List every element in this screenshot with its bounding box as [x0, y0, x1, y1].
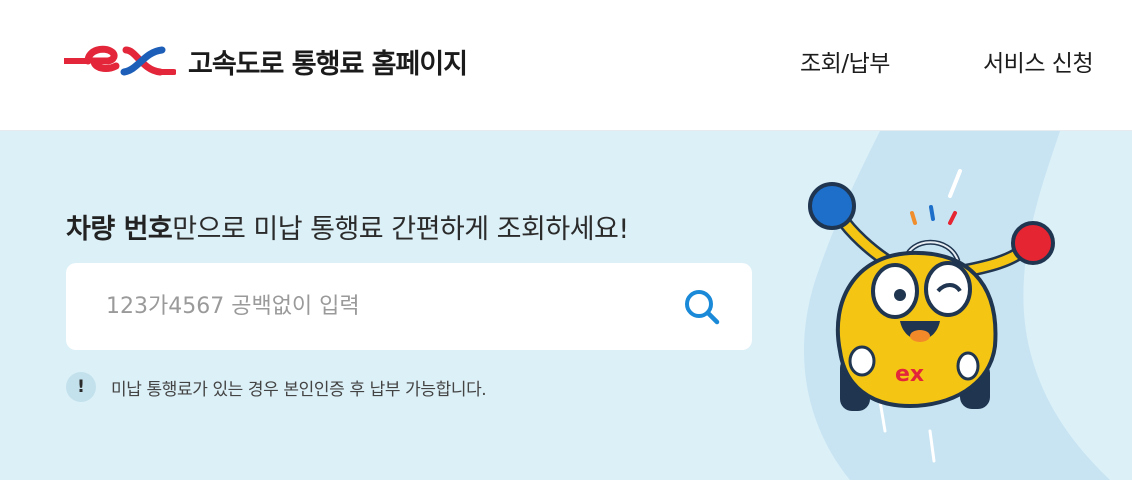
ex-logo-icon — [64, 45, 176, 76]
logo[interactable]: 고속도로 통행료 홈페이지 — [64, 40, 468, 82]
site-title: 고속도로 통행료 홈페이지 — [188, 48, 468, 80]
headline-bold: 차량 번호 — [66, 214, 173, 245]
nav-inquiry-payment[interactable]: 조회/납부 — [800, 44, 890, 78]
notice-text: 미납 통행료가 있는 경우 본인인증 후 납부 가능합니다. — [111, 379, 487, 400]
site-header: 고속도로 통행료 홈페이지 조회/납부 서비스 신청 — [0, 0, 1132, 131]
svg-text:ex: ex — [895, 362, 924, 387]
exclamation-icon: ! — [66, 372, 96, 402]
car-mascot-illustration: ex — [808, 182, 1055, 411]
vehicle-search-box — [66, 263, 752, 350]
search-icon[interactable] — [682, 287, 722, 327]
hero-headline: 차량 번호만으로 미납 통행료 간편하게 조회하세요! — [66, 207, 629, 246]
vehicle-number-input[interactable] — [104, 285, 668, 327]
payment-notice: ! 미납 통행료가 있는 경우 본인인증 후 납부 가능합니다. — [66, 372, 487, 402]
hero-section: 차량 번호만으로 미납 통행료 간편하게 조회하세요! ! 미납 통행료가 있는… — [0, 131, 1132, 480]
nav-service-application[interactable]: 서비스 신청 — [983, 44, 1094, 78]
headline-rest: 만으로 미납 통행료 간편하게 조회하세요! — [172, 214, 629, 245]
